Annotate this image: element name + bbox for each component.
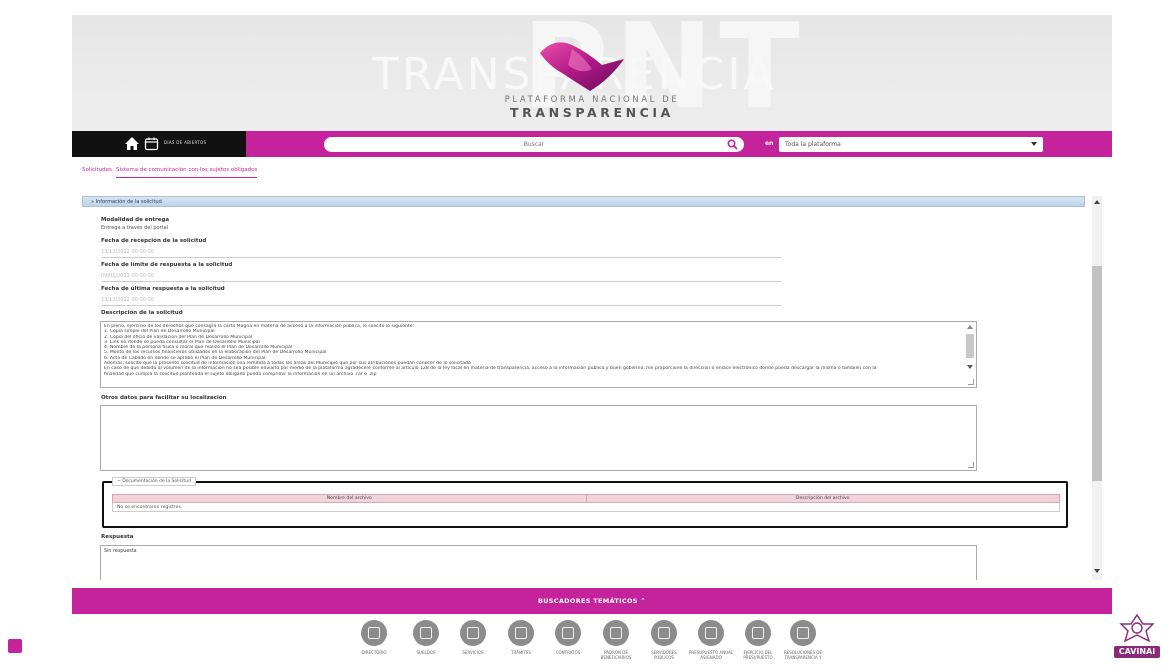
tool-label: EJERCICIO DEL PRESUPUESTO — [743, 650, 773, 660]
services-icon — [460, 620, 486, 646]
search-icon[interactable] — [727, 139, 738, 150]
calendar-icon[interactable] — [144, 136, 159, 151]
recepcion-label: Fecha de recepción de la solicitud — [101, 238, 207, 244]
resolutions-icon — [790, 620, 816, 646]
respuesta-label: Respuesta — [101, 534, 134, 540]
ultima-value: 13/12/2022 00:00:00 — [101, 297, 781, 306]
procedures-icon — [508, 620, 534, 646]
chevron-down-icon — [1031, 142, 1037, 146]
otros-textarea[interactable] — [100, 405, 977, 471]
documentacion-table: Nombre del archivo Descripción del archi… — [112, 494, 1060, 512]
column-descripcion-archivo[interactable]: Descripción del archivo — [585, 494, 1060, 503]
home-icon[interactable] — [124, 136, 140, 151]
tool-ejercicio-presupuesto[interactable]: EJERCICIO DEL PRESUPUESTO — [735, 620, 781, 660]
beneficiaries-icon — [603, 620, 629, 646]
scope-select[interactable]: Toda la plataforma — [779, 137, 1043, 152]
scroll-thumb[interactable] — [966, 334, 974, 358]
tab-solicitudes[interactable]: Solicitudes — [82, 167, 112, 173]
documentacion-fieldset: − Documentación de la Solicitud Nombre d… — [102, 477, 1068, 528]
salary-icon — [413, 620, 439, 646]
recepcion-value: 13/12/2022 00:00:00 — [101, 249, 781, 258]
search-input[interactable] — [344, 137, 724, 152]
scroll-up-icon[interactable] — [967, 325, 973, 329]
documentacion-legend-text: Documentación de la Solicitud — [122, 479, 191, 484]
platform-line: PLATAFORMA NACIONAL DE — [504, 95, 680, 105]
tool-resoluciones[interactable]: RESOLUCIONES DE TRANSPARENCIA Y — [780, 620, 826, 660]
descripcion-label: Descripción de la solicitud — [101, 310, 183, 316]
request-detail-panel: » Información de la solicitud Modalidad … — [82, 196, 1085, 580]
scroll-down-icon[interactable] — [967, 365, 973, 369]
descripcion-scrollbar[interactable] — [966, 325, 974, 375]
scroll-down-icon[interactable] — [1094, 569, 1100, 573]
tool-servidores-publicos[interactable]: SERVIDORES PÚBLICOS — [641, 620, 687, 660]
navbar-tag[interactable]: DIAS DE ABIERTOS — [164, 140, 206, 145]
tool-label: SERVIDORES PÚBLICOS — [651, 650, 677, 660]
tool-label: CONTRATOS — [555, 650, 581, 655]
tool-sueldos[interactable]: SUELDOS — [403, 620, 449, 655]
respuesta-textarea[interactable]: Sin respuesta — [100, 545, 977, 580]
tool-label: TRÁMITES — [511, 650, 531, 655]
tool-contratos[interactable]: CONTRATOS — [545, 620, 591, 655]
section-header[interactable]: » Información de la solicitud — [82, 196, 1085, 207]
search-box — [324, 137, 744, 152]
buscadores-tematicos-text: BUSCADORES TEMÁTICOS — [537, 597, 638, 605]
section-title-text: Información de la solicitud — [95, 199, 162, 205]
public-servants-icon — [651, 620, 677, 646]
resize-handle-icon[interactable] — [968, 462, 974, 468]
tool-label: SUELDOS — [416, 650, 436, 655]
tool-directorio[interactable]: DIRECTORIO — [351, 620, 397, 655]
tab-sistema-comunicacion[interactable]: Sistema de comunicación con los sujetos … — [116, 167, 258, 178]
descripcion-line: En caso de que debido al volumen de la i… — [104, 366, 877, 372]
directory-icon — [361, 620, 387, 646]
scope-prefix: en — [765, 140, 774, 147]
ultima-label: Fecha de última respuesta a la solicitud — [101, 286, 225, 292]
pnt-ribbon-logo[interactable] — [532, 35, 632, 95]
cavinai-label: CAVINAI — [1114, 646, 1160, 658]
resize-handle-icon[interactable] — [968, 379, 974, 385]
table-row: No se encontraron registros. — [112, 502, 1060, 512]
descripcion-textarea[interactable]: En pleno, ejercicio de los derechos que … — [100, 321, 977, 388]
cavinai-logo-icon — [1119, 613, 1155, 643]
cavinai-widget[interactable]: CAVINAI — [1112, 612, 1162, 662]
tool-label: DIRECTORIO — [361, 650, 387, 655]
limite-label: Fecha de límite de respuesta a la solici… — [101, 262, 233, 268]
tool-label: RESOLUCIONES DE TRANSPARENCIA Y — [783, 650, 822, 660]
thematic-search-tools: DIRECTORIO SUELDOS SERVICIOS TRÁMITES CO… — [72, 620, 1112, 667]
tool-label: PRESUPUESTO ANUAL ASIGNADO — [688, 650, 734, 660]
scroll-up-icon[interactable] — [1094, 200, 1100, 204]
tool-servicios[interactable]: SERVICIOS — [450, 620, 496, 655]
budget-icon — [698, 620, 724, 646]
platform-title: TRANSPARENCIA — [510, 105, 674, 120]
buscadores-tematicos-label: BUSCADORES TEMÁTICOS ⌃ — [72, 597, 1112, 605]
buscadores-tematicos-bar[interactable]: BUSCADORES TEMÁTICOS ⌃ — [72, 588, 1112, 614]
scroll-thumb[interactable] — [1092, 266, 1102, 481]
top-navbar: DIAS DE ABIERTOS en Toda la plataforma — [72, 131, 1112, 157]
descripcion-line: finalidad que cumpla la solicitud plante… — [104, 371, 377, 377]
column-nombre-archivo[interactable]: Nombre del archivo — [112, 494, 587, 503]
budget-exercise-icon — [745, 620, 771, 646]
table-header-row: Nombre del archivo Descripción del archi… — [112, 494, 1060, 503]
header-banner: PNT TRANSPARENCIA PLATAFORMA NACIONAL DE… — [72, 15, 1112, 131]
scope-select-value: Toda la plataforma — [785, 141, 841, 148]
chevron-up-icon: ⌃ — [640, 597, 647, 605]
modalidad-value: Entrega a través del portal — [101, 225, 169, 231]
tool-tramites[interactable]: TRÁMITES — [498, 620, 544, 655]
empty-records-text: No se encontraron registros. — [112, 502, 1060, 512]
tool-presupuesto-anual[interactable]: PRESUPUESTO ANUAL ASIGNADO — [688, 620, 734, 660]
contracts-icon — [555, 620, 581, 646]
page-scrollbar[interactable] — [1092, 196, 1102, 580]
modalidad-label: Modalidad de entrega — [101, 217, 170, 223]
tool-label: PADRÓN DE BENEFICIARIOS — [600, 650, 632, 660]
tool-padron-beneficiarios[interactable]: PADRÓN DE BENEFICIARIOS — [593, 620, 639, 660]
navbar-left-block: DIAS DE ABIERTOS — [72, 131, 246, 157]
otros-label: Otros datos para facilitar su localizaci… — [101, 395, 227, 401]
accessibility-icon[interactable] — [8, 639, 22, 653]
tool-label: SERVICIOS — [462, 650, 484, 655]
limite-value: 09/01/2023 00:00:00 — [101, 273, 781, 282]
section-title: » Información de la solicitud — [91, 199, 162, 205]
documentacion-legend[interactable]: − Documentación de la Solicitud — [112, 477, 196, 486]
